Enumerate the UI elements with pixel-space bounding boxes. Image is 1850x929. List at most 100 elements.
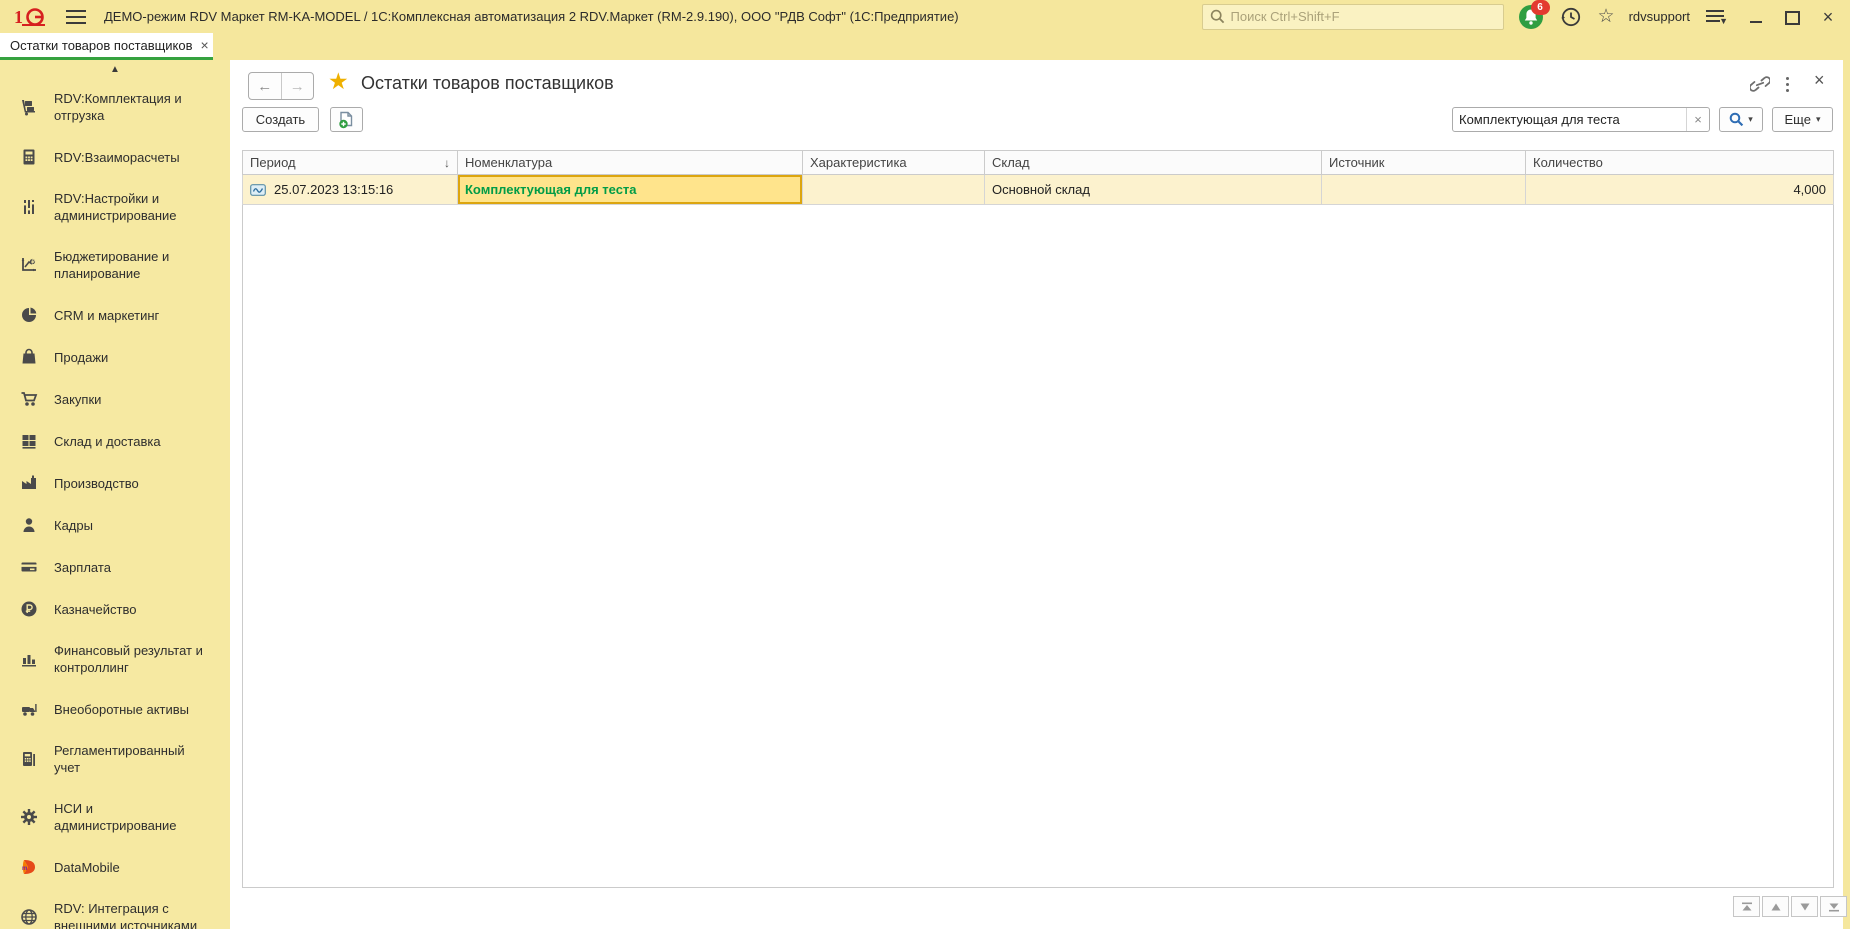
forward-button[interactable]: → xyxy=(282,73,314,99)
sections-panel: ▲ RDV:Комплектация и отгрузка RDV:Взаимо… xyxy=(0,60,230,929)
notification-count-badge: 6 xyxy=(1530,0,1550,15)
go-first-button[interactable] xyxy=(1733,896,1760,917)
sidebar-item-crm[interactable]: CRM и маркетинг xyxy=(0,294,230,336)
sidebar-item-vneoborotnye[interactable]: Внеоборотные активы xyxy=(0,688,230,730)
notifications-bell-icon[interactable]: 6 xyxy=(1518,0,1550,30)
1c-logo: 1 xyxy=(14,7,45,27)
close-window-button[interactable]: × xyxy=(1820,8,1836,26)
globe-icon xyxy=(20,908,38,926)
create-button[interactable]: Создать xyxy=(242,107,319,132)
sidebar-item-rdv-komplektaciya[interactable]: RDV:Комплектация и отгрузка xyxy=(0,78,230,136)
sidebar-item-rdv-nastroyki[interactable]: RDV:Настройки и администрирование xyxy=(0,178,230,236)
table-pager xyxy=(1733,896,1847,917)
cart-icon xyxy=(20,390,38,408)
cell-source[interactable] xyxy=(1322,175,1526,205)
sidebar-item-kadry[interactable]: Кадры xyxy=(0,504,230,546)
main-content: ← → ★ Остатки товаров поставщиков × Созд… xyxy=(230,60,1847,929)
person-icon xyxy=(20,516,38,534)
history-icon[interactable] xyxy=(1560,6,1582,28)
get-link-icon[interactable] xyxy=(1750,76,1770,92)
window-title: ДЕМО-режим RDV Маркет RM-KA-MODEL / 1С:К… xyxy=(104,9,959,24)
table-empty-area xyxy=(242,205,1834,888)
cell-nomenclature-selected[interactable]: Комплектующая для теста xyxy=(458,175,803,205)
cell-quantity[interactable]: 4,000 xyxy=(1526,175,1834,205)
gear-icon xyxy=(20,808,38,826)
trolley-icon xyxy=(20,98,38,116)
more-actions-kebab-icon[interactable] xyxy=(1786,77,1790,95)
column-header-nomenclature[interactable]: Номенклатура xyxy=(458,151,803,175)
sidebar-item-rdv-vzaimoraschety[interactable]: RDV:Взаиморасчеты xyxy=(0,136,230,178)
cell-warehouse[interactable]: Основной склад xyxy=(985,175,1322,205)
sidebar-item-proizvodstvo[interactable]: Производство xyxy=(0,462,230,504)
column-header-quantity[interactable]: Количество xyxy=(1526,151,1834,175)
back-button[interactable]: ← xyxy=(249,73,282,99)
table-row[interactable]: 25.07.2023 13:15:16 Комплектующая для те… xyxy=(242,175,1834,205)
pie-chart-icon xyxy=(20,306,38,324)
bank-card-icon xyxy=(20,558,38,576)
more-button[interactable]: Еще ▾ xyxy=(1772,107,1833,132)
stock-table: Период ↓ Номенклатура Характеристика Скл… xyxy=(242,150,1834,888)
column-header-source[interactable]: Источник xyxy=(1322,151,1526,175)
cell-period[interactable]: 25.07.2023 13:15:16 xyxy=(242,175,458,205)
column-header-characteristic[interactable]: Характеристика xyxy=(803,151,985,175)
main-menu-icon[interactable] xyxy=(66,9,86,24)
back-arrow-icon: ← xyxy=(257,77,273,95)
sidebar-item-rdv-integraciya[interactable]: RDV: Интеграция с внешними источниками xyxy=(0,888,230,929)
register-record-icon xyxy=(250,183,266,196)
global-search-input[interactable] xyxy=(1228,8,1503,25)
datamobile-icon: m xyxy=(20,858,38,876)
sidebar-item-datamobile[interactable]: m DataMobile xyxy=(0,846,230,888)
clear-search-icon[interactable]: × xyxy=(1686,108,1709,131)
sidebar-item-zarplata[interactable]: Зарплата xyxy=(0,546,230,588)
pallet-icon xyxy=(20,432,38,450)
sidebar-item-zakupki[interactable]: Закупки xyxy=(0,378,230,420)
more-dropdown-icon: ▾ xyxy=(1815,114,1821,124)
current-user[interactable]: rdvsupport xyxy=(1629,9,1690,24)
shopping-bag-icon xyxy=(20,348,38,366)
table-search-field[interactable]: × xyxy=(1452,107,1710,132)
service-menu-icon[interactable]: ▼ xyxy=(1706,9,1728,26)
page-title: Остатки товаров поставщиков xyxy=(361,73,614,93)
page-up-button[interactable] xyxy=(1762,896,1789,917)
cell-characteristic[interactable] xyxy=(803,175,985,205)
column-header-warehouse[interactable]: Склад xyxy=(985,151,1322,175)
sidebar-item-reglament-uchet[interactable]: Регламентированный учет xyxy=(0,730,230,788)
maximize-button[interactable] xyxy=(1784,9,1800,25)
ruble-circle-icon xyxy=(20,600,38,618)
sidebar-item-budget[interactable]: ₽ Бюджетирование и планирование xyxy=(0,236,230,294)
minimize-button[interactable] xyxy=(1748,9,1764,25)
tab-label: Остатки товаров поставщиков xyxy=(10,37,193,53)
sidebar-item-kaznacheystvo[interactable]: Казначейство xyxy=(0,588,230,630)
go-last-button[interactable] xyxy=(1820,896,1847,917)
new-document-button[interactable] xyxy=(330,107,363,132)
svg-text:m: m xyxy=(22,866,27,872)
calculator-icon xyxy=(20,148,38,166)
document-plus-icon xyxy=(339,111,353,128)
table-search-input[interactable] xyxy=(1453,111,1686,128)
favorites-star-icon[interactable]: ☆ xyxy=(1598,5,1615,28)
column-header-period[interactable]: Период ↓ xyxy=(242,151,458,175)
favorite-star-icon[interactable]: ★ xyxy=(328,68,349,95)
ledger-icon xyxy=(20,750,38,768)
search-icon xyxy=(1210,9,1224,24)
global-search[interactable] xyxy=(1201,3,1504,30)
sidebar-item-prodazhi[interactable]: Продажи xyxy=(0,336,230,378)
history-nav: ← → xyxy=(248,72,314,100)
page-down-button[interactable] xyxy=(1791,896,1818,917)
sidebar-item-nsi[interactable]: НСИ и администрирование xyxy=(0,788,230,846)
planning-chart-icon: ₽ xyxy=(20,256,38,274)
tab-supplier-stock[interactable]: Остатки товаров поставщиков × xyxy=(0,33,213,60)
sidebar-item-sklad[interactable]: Склад и доставка xyxy=(0,420,230,462)
tab-close-icon[interactable]: × xyxy=(201,37,209,53)
sort-desc-icon: ↓ xyxy=(444,155,450,170)
forklift-icon xyxy=(20,700,38,718)
find-dropdown-icon: ▾ xyxy=(1748,114,1753,124)
close-form-icon[interactable]: × xyxy=(1814,70,1825,91)
sliders-icon xyxy=(20,198,38,216)
svg-text:₽: ₽ xyxy=(31,258,35,265)
title-bar: 1 ДЕМО-режим RDV Маркет RM-KA-MODEL / 1С… xyxy=(0,0,1850,33)
find-button[interactable]: ▾ xyxy=(1719,107,1763,132)
sidebar-item-finrezultat[interactable]: Финансовый результат и контроллинг xyxy=(0,630,230,688)
sidebar-collapse-icon[interactable]: ▲ xyxy=(0,60,230,78)
svg-text:1: 1 xyxy=(14,7,23,27)
